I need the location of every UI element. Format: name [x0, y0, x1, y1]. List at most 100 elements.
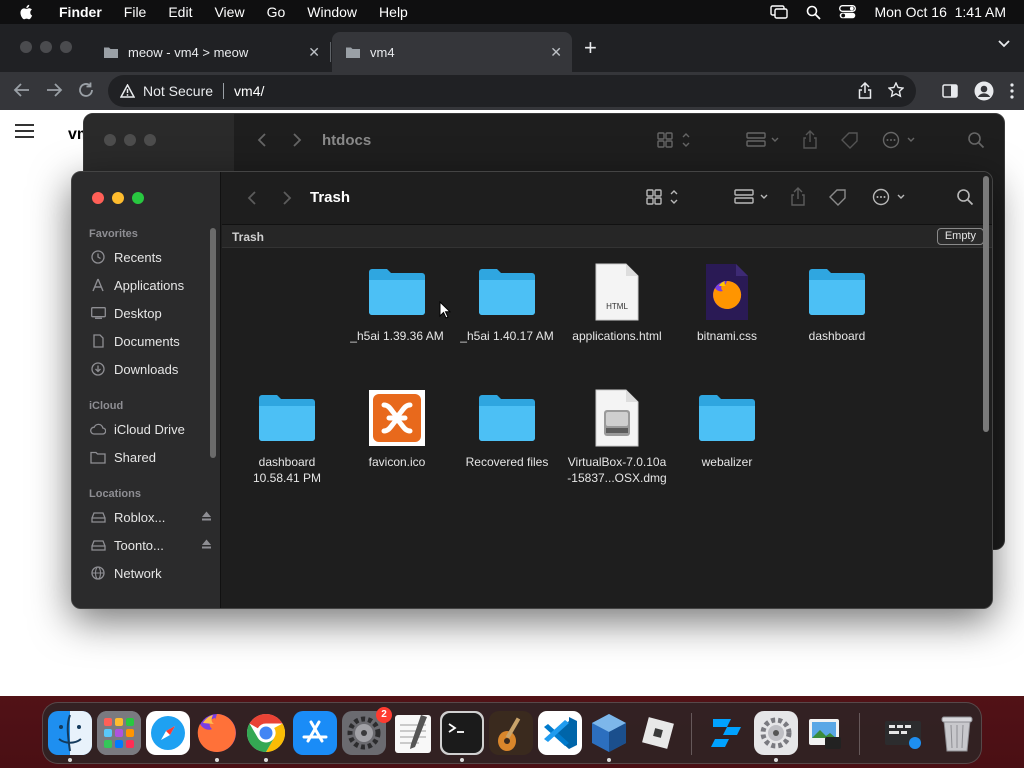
- launchpad-icon[interactable]: [97, 711, 141, 755]
- more-actions-icon[interactable]: [872, 188, 908, 206]
- group-icon[interactable]: [734, 188, 772, 206]
- tab-close-icon[interactable]: ✕: [550, 44, 562, 61]
- search-icon[interactable]: [967, 131, 985, 149]
- sidebar-item-desktop[interactable]: Desktop: [90, 302, 210, 324]
- menu-file[interactable]: File: [113, 0, 158, 24]
- file-item[interactable]: bitnami.css: [672, 260, 782, 344]
- roblox-studio-icon[interactable]: [705, 711, 749, 755]
- sidebar-item-shared[interactable]: Shared: [90, 446, 210, 468]
- firefox-icon[interactable]: [195, 711, 239, 755]
- reload-icon[interactable]: [77, 81, 95, 99]
- tab-close-icon[interactable]: ✕: [308, 44, 320, 61]
- security-status[interactable]: Not Secure: [143, 83, 213, 99]
- downloads-stack-icon[interactable]: [881, 711, 925, 755]
- file-item[interactable]: webalizer: [672, 386, 782, 470]
- menu-go[interactable]: Go: [256, 0, 297, 24]
- tab-vm4[interactable]: vm4 ✕: [332, 32, 572, 72]
- more-menu-icon[interactable]: [1010, 83, 1014, 99]
- share-icon[interactable]: [802, 130, 818, 150]
- address-bar[interactable]: Not Secure vm4/: [108, 75, 916, 107]
- sidebar-item-documents[interactable]: Documents: [90, 330, 210, 352]
- hamburger-menu-icon[interactable]: [15, 124, 34, 138]
- file-item[interactable]: _h5ai 1.39.36 AM: [342, 260, 452, 344]
- virtualbox-icon[interactable]: [587, 711, 631, 755]
- file-item[interactable]: dashboard: [782, 260, 892, 344]
- back-arrow-icon[interactable]: [13, 81, 31, 99]
- apple-icon[interactable]: [18, 3, 36, 21]
- control-center-icon[interactable]: [839, 5, 857, 19]
- trash-icon[interactable]: [935, 711, 979, 755]
- spotlight-search-icon[interactable]: [806, 5, 822, 20]
- zoom-dot[interactable]: [144, 134, 156, 146]
- terminal-icon[interactable]: [440, 711, 484, 755]
- garageband-icon[interactable]: [489, 711, 533, 755]
- file-item[interactable]: VirtualBox-7.0.10a -15837...OSX.dmg: [562, 386, 672, 486]
- sidebar-scrollbar[interactable]: [210, 228, 216, 458]
- zoom-button[interactable]: [132, 192, 144, 204]
- url-text[interactable]: vm4/: [234, 83, 264, 99]
- close-dot[interactable]: [104, 134, 116, 146]
- share-icon[interactable]: [858, 82, 872, 99]
- sidebar-item-applications[interactable]: Applications: [90, 274, 210, 296]
- menu-edit[interactable]: Edit: [157, 0, 203, 24]
- sidebar-item-network[interactable]: Network: [90, 562, 210, 584]
- icon-view-icon[interactable]: [646, 188, 682, 206]
- finder-window-trash[interactable]: Favorites Recents Applications Desktop D…: [71, 171, 993, 609]
- tab-search-chevron-icon[interactable]: [998, 40, 1010, 48]
- forward-chevron-icon[interactable]: [282, 190, 292, 206]
- minimize-button[interactable]: [112, 192, 124, 204]
- minimize-dot[interactable]: [124, 134, 136, 146]
- forward-chevron-icon[interactable]: [292, 132, 302, 148]
- content-scrollbar[interactable]: [983, 176, 989, 432]
- back-window-controls[interactable]: [104, 134, 156, 146]
- menu-window[interactable]: Window: [296, 0, 368, 24]
- sidebar-item-roblox-volume[interactable]: Roblox...: [90, 506, 212, 528]
- sidebar-item-icloud-drive[interactable]: iCloud Drive: [90, 418, 210, 440]
- sidebar-item-recents[interactable]: Recents: [90, 246, 210, 268]
- file-item[interactable]: _h5ai 1.40.17 AM: [452, 260, 562, 344]
- app-store-icon[interactable]: [293, 711, 337, 755]
- back-chevron-icon[interactable]: [257, 132, 267, 148]
- file-item[interactable]: favicon.ico: [342, 386, 452, 470]
- menu-app-name[interactable]: Finder: [48, 0, 113, 24]
- bookmark-star-icon[interactable]: [888, 82, 904, 98]
- close-dot[interactable]: [20, 41, 32, 53]
- tab-meow[interactable]: meow - vm4 > meow ✕: [90, 32, 330, 72]
- menu-view[interactable]: View: [203, 0, 255, 24]
- finder-icon[interactable]: [48, 711, 92, 755]
- tag-icon[interactable]: [840, 131, 860, 149]
- file-item[interactable]: dashboard 10.58.41 PM: [232, 386, 342, 486]
- share-icon[interactable]: [790, 187, 806, 207]
- eject-icon[interactable]: [201, 539, 212, 549]
- icon-view-icon[interactable]: [657, 131, 693, 149]
- chrome-icon[interactable]: [244, 711, 288, 755]
- new-tab-button[interactable]: +: [584, 37, 597, 59]
- menu-help[interactable]: Help: [368, 0, 419, 24]
- file-item[interactable]: Recovered files: [452, 386, 562, 470]
- settings-gear-icon[interactable]: [754, 711, 798, 755]
- menu-clock[interactable]: Mon Oct 16 1:41 AM: [874, 4, 1006, 20]
- tag-icon[interactable]: [828, 188, 848, 206]
- warning-icon[interactable]: [120, 84, 135, 98]
- side-panel-icon[interactable]: [942, 83, 958, 99]
- preview-icon[interactable]: [803, 711, 847, 755]
- eject-icon[interactable]: [201, 511, 212, 521]
- textedit-icon[interactable]: [391, 711, 435, 755]
- file-item[interactable]: HTML applications.html: [562, 260, 672, 344]
- chrome-window-controls[interactable]: [20, 41, 72, 53]
- vscode-icon[interactable]: [538, 711, 582, 755]
- empty-trash-button[interactable]: Empty: [936, 228, 984, 245]
- profile-avatar-icon[interactable]: [974, 81, 994, 101]
- zoom-dot[interactable]: [60, 41, 72, 53]
- minimize-dot[interactable]: [40, 41, 52, 53]
- back-chevron-icon[interactable]: [247, 190, 257, 206]
- more-actions-icon[interactable]: [882, 131, 918, 149]
- safari-icon[interactable]: [146, 711, 190, 755]
- screen-mirroring-icon[interactable]: [770, 5, 789, 19]
- search-icon[interactable]: [956, 188, 974, 206]
- close-button[interactable]: [92, 192, 104, 204]
- sidebar-item-toonto-volume[interactable]: Toonto...: [90, 534, 212, 556]
- forward-arrow-icon[interactable]: [45, 81, 63, 99]
- group-icon[interactable]: [746, 131, 782, 149]
- sidebar-item-downloads[interactable]: Downloads: [90, 358, 210, 380]
